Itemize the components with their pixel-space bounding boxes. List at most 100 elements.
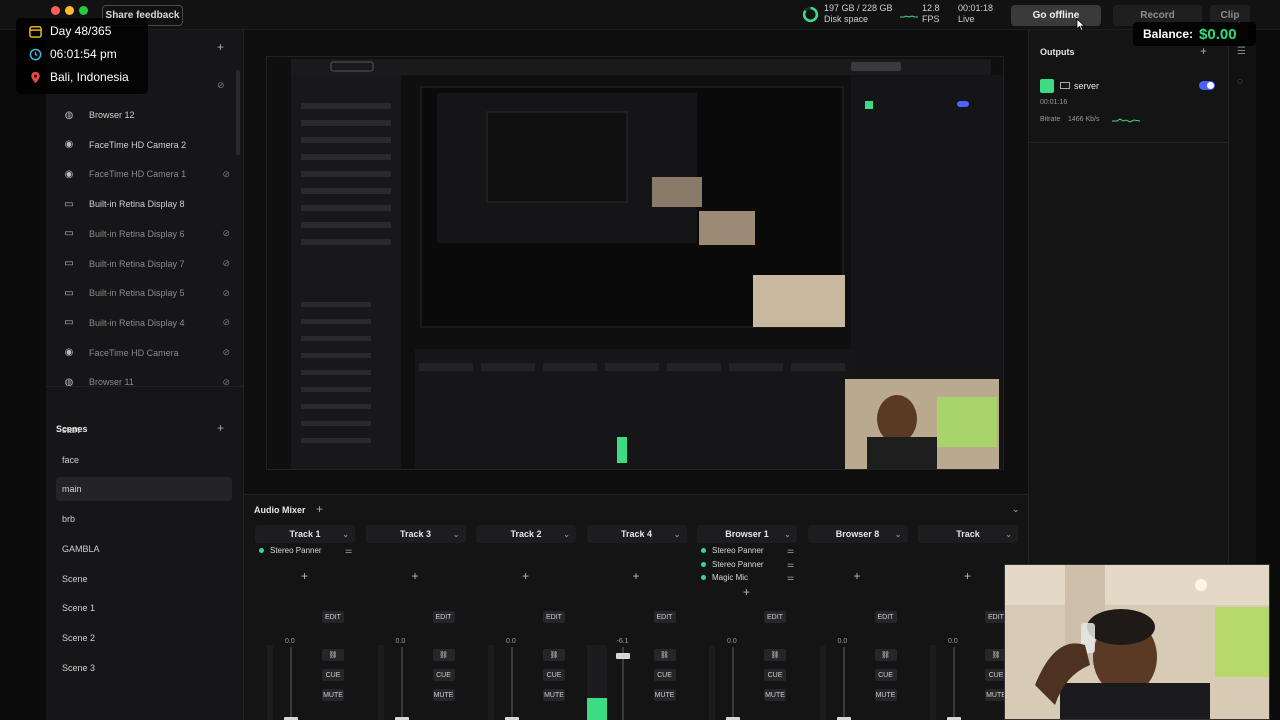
minimize-window-button[interactable] xyxy=(65,6,74,15)
fader-track xyxy=(290,647,292,720)
mute-button[interactable]: MUTE xyxy=(874,689,897,701)
effect-settings-icon[interactable]: ⚌ xyxy=(787,560,794,569)
visibility-icon[interactable]: ⊘ xyxy=(217,80,225,91)
scene-item[interactable]: Scene 1 xyxy=(56,596,232,620)
cue-button[interactable]: CUE xyxy=(764,669,786,681)
add-effect-icon[interactable]: + xyxy=(412,569,419,583)
effect-settings-icon[interactable]: ⚌ xyxy=(787,573,794,582)
edit-button[interactable]: EDIT xyxy=(653,611,676,623)
add-effect-icon[interactable]: + xyxy=(964,569,971,583)
effect-item[interactable]: Magic Mic ⚌ xyxy=(701,573,797,582)
cue-button[interactable]: CUE xyxy=(432,669,455,681)
recursive-screen-capture xyxy=(267,57,1003,469)
effect-settings-icon[interactable]: ⚌ xyxy=(787,546,794,555)
hidden-visibility-icon[interactable]: ⊘ xyxy=(222,228,230,239)
scene-item[interactable]: Scene 2 xyxy=(56,626,232,650)
scene-item[interactable]: start xyxy=(56,418,232,442)
volume-fader[interactable] xyxy=(615,653,630,659)
link-icon[interactable]: ⛓ xyxy=(764,649,786,661)
hidden-visibility-icon[interactable]: ⊘ xyxy=(222,169,230,180)
link-icon[interactable]: ⛓ xyxy=(653,649,676,661)
cue-button[interactable]: CUE xyxy=(543,669,565,681)
chevron-down-icon[interactable]: ⌄ xyxy=(453,530,460,539)
scene-item[interactable]: brb xyxy=(56,507,232,531)
track-header[interactable]: Track 2 ⌄ xyxy=(476,525,576,543)
layer-item[interactable]: ▭ Built-in Retina Display 4 ⊘ xyxy=(58,310,234,336)
track-header[interactable]: Track ⌄ xyxy=(918,525,1018,543)
link-icon[interactable]: ⛓ xyxy=(874,649,897,661)
effect-item[interactable]: Stereo Panner ⚌ xyxy=(259,546,355,555)
level-fill xyxy=(586,697,607,720)
gain-value: 0.0 xyxy=(727,638,737,645)
link-icon[interactable]: ⛓ xyxy=(543,649,565,661)
chat-icon[interactable]: ◌ xyxy=(1237,76,1243,87)
chevron-down-icon[interactable]: ⌄ xyxy=(784,530,791,539)
scene-item[interactable]: Scene 3 xyxy=(56,656,232,680)
effect-item[interactable]: Stereo Panner ⚌ xyxy=(701,560,797,569)
add-effect-icon[interactable]: + xyxy=(633,569,640,583)
cue-button[interactable]: CUE xyxy=(874,669,897,681)
add-track-icon[interactable]: + xyxy=(316,502,323,516)
layer-item[interactable]: ▭ Built-in Retina Display 7 ⊘ xyxy=(58,251,234,277)
layer-item[interactable]: ▭ Built-in Retina Display 5 ⊘ xyxy=(58,280,234,306)
close-window-button[interactable] xyxy=(51,6,60,15)
link-icon[interactable]: ⛓ xyxy=(322,649,344,661)
edit-button[interactable]: EDIT xyxy=(874,611,897,623)
mute-button[interactable]: MUTE xyxy=(543,689,565,701)
add-output-icon[interactable]: + xyxy=(1200,44,1207,58)
add-layer-icon[interactable]: + xyxy=(217,40,224,54)
chevron-down-icon[interactable]: ⌄ xyxy=(1005,530,1012,539)
edit-button[interactable]: EDIT xyxy=(764,611,786,623)
scene-item[interactable]: face xyxy=(56,448,232,472)
layer-item[interactable]: ◉ FaceTime HD Camera 2 xyxy=(58,132,234,158)
hidden-visibility-icon[interactable]: ⊘ xyxy=(222,347,230,358)
cue-button[interactable]: CUE xyxy=(653,669,676,681)
scene-item[interactable]: Scene xyxy=(56,567,232,591)
level-meter xyxy=(488,645,494,720)
track-header[interactable]: Track 4 ⌄ xyxy=(586,525,687,543)
edit-button[interactable]: EDIT xyxy=(543,611,565,623)
scene-item[interactable]: main xyxy=(56,477,232,502)
track-header[interactable]: Track 3 ⌄ xyxy=(365,525,466,543)
layer-item[interactable]: ▭ Built-in Retina Display 6 ⊘ xyxy=(58,221,234,247)
layer-item[interactable]: ◍ Browser 12 xyxy=(58,102,234,128)
add-effect-icon[interactable]: + xyxy=(743,585,750,599)
scene-item[interactable]: GAMBLA xyxy=(56,537,232,561)
edit-button[interactable]: EDIT xyxy=(432,611,455,623)
track-header[interactable]: Track 1 ⌄ xyxy=(255,525,355,543)
mute-button[interactable]: MUTE xyxy=(322,689,344,701)
cue-button[interactable]: CUE xyxy=(322,669,344,681)
add-effect-icon[interactable]: + xyxy=(301,569,308,583)
link-icon[interactable]: ⛓ xyxy=(432,649,455,661)
mute-button[interactable]: MUTE xyxy=(432,689,455,701)
chevron-down-icon[interactable]: ⌄ xyxy=(895,530,902,539)
server-toggle[interactable] xyxy=(1199,81,1215,90)
chevron-down-icon[interactable]: ⌄ xyxy=(342,530,349,539)
track-header[interactable]: Browser 1 ⌄ xyxy=(697,525,797,543)
hidden-visibility-icon[interactable]: ⊘ xyxy=(222,317,230,328)
hidden-visibility-icon[interactable]: ⊘ xyxy=(222,258,230,269)
scene-preview[interactable] xyxy=(266,56,1004,470)
mute-button[interactable]: MUTE xyxy=(653,689,676,701)
edit-button[interactable]: EDIT xyxy=(322,611,344,623)
divider xyxy=(1029,142,1229,143)
local-time-text: 06:01:54 pm xyxy=(50,47,117,61)
layer-item[interactable]: ◉ FaceTime HD Camera ⊘ xyxy=(58,340,234,366)
menu-icon[interactable]: ☰ xyxy=(1237,46,1246,57)
layer-item[interactable]: ◉ FaceTime HD Camera 1 ⊘ xyxy=(58,161,234,187)
effect-settings-icon[interactable]: ⚌ xyxy=(345,546,352,555)
chevron-down-icon[interactable]: ⌄ xyxy=(674,530,681,539)
mixer-collapse-chevron-icon[interactable]: ⌄ xyxy=(1012,504,1020,515)
add-effect-icon[interactable]: + xyxy=(522,569,529,583)
layers-scrollbar[interactable] xyxy=(236,70,240,155)
mute-button[interactable]: MUTE xyxy=(764,689,786,701)
layer-item[interactable]: ◍ Browser 11 ⊘ xyxy=(58,369,234,395)
zoom-window-button[interactable] xyxy=(79,6,88,15)
add-effect-icon[interactable]: + xyxy=(854,569,861,583)
go-offline-button[interactable]: Go offline xyxy=(1011,5,1101,26)
track-header[interactable]: Browser 8 ⌄ xyxy=(807,525,908,543)
effect-item[interactable]: Stereo Panner ⚌ xyxy=(701,546,797,555)
chevron-down-icon[interactable]: ⌄ xyxy=(563,530,570,539)
hidden-visibility-icon[interactable]: ⊘ xyxy=(222,288,230,299)
layer-item[interactable]: ▭ Built-in Retina Display 8 xyxy=(58,191,234,217)
